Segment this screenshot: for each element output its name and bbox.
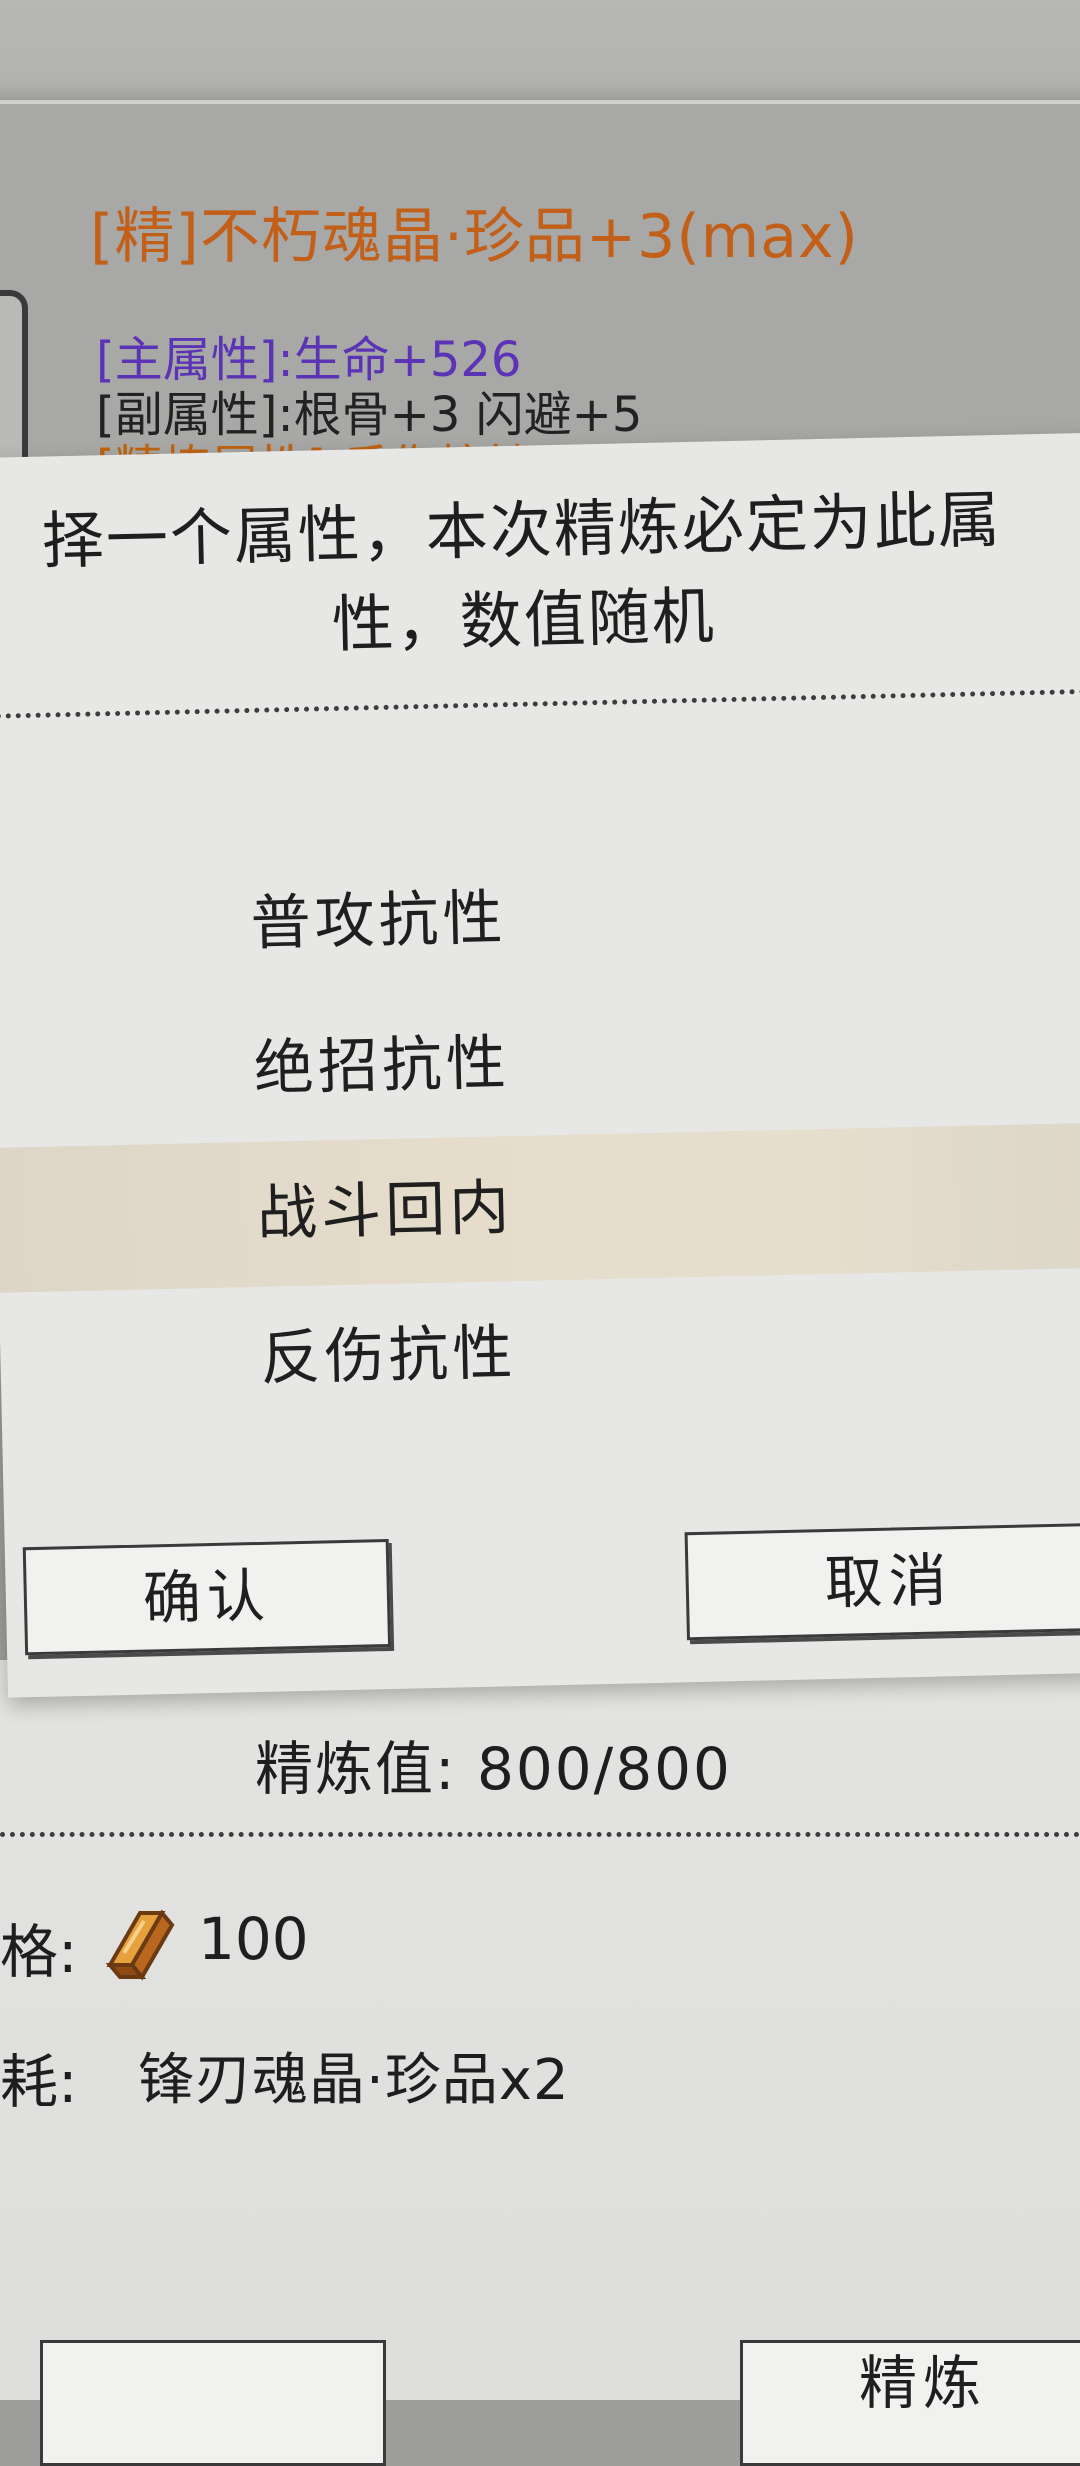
attribute-option-list: 普攻抗性 绝招抗性 战斗回内 反伤抗性 <box>0 832 1080 1437</box>
dialog-hint: 择一个属性，本次精炼必定为此属 性，数值随机 <box>0 473 1065 677</box>
refine-button[interactable]: 精炼 <box>740 2340 1080 2466</box>
bottom-left-button[interactable] <box>40 2340 386 2466</box>
dialog-divider <box>0 688 1080 719</box>
gold-ingot-icon <box>105 1909 175 1981</box>
cost-label: 耗: <box>0 2048 78 2116</box>
item-title: [精]不朽魂晶·珍品+3(max) <box>90 202 859 272</box>
option-item[interactable]: 绝招抗性 <box>0 977 1080 1147</box>
select-attribute-dialog: 择一个属性，本次精炼必定为此属 性，数值随机 普攻抗性 绝招抗性 战斗回内 反伤… <box>0 432 1080 1698</box>
option-item-selected[interactable]: 战斗回内 <box>0 1122 1080 1293</box>
price-label: 格: <box>0 1918 78 1986</box>
refine-value-text: 精炼值: 800/800 <box>255 1735 732 1803</box>
cost-value: 锋刃魂晶·珍品x2 <box>138 2048 570 2113</box>
option-item[interactable]: 普攻抗性 <box>0 832 1080 1002</box>
cancel-button[interactable]: 取消 <box>684 1523 1080 1641</box>
price-value: 100 <box>198 1905 309 1973</box>
confirm-button[interactable]: 确认 <box>22 1539 392 1656</box>
option-item[interactable]: 反伤抗性 <box>0 1267 1080 1437</box>
panel-divider <box>0 1832 1080 1837</box>
